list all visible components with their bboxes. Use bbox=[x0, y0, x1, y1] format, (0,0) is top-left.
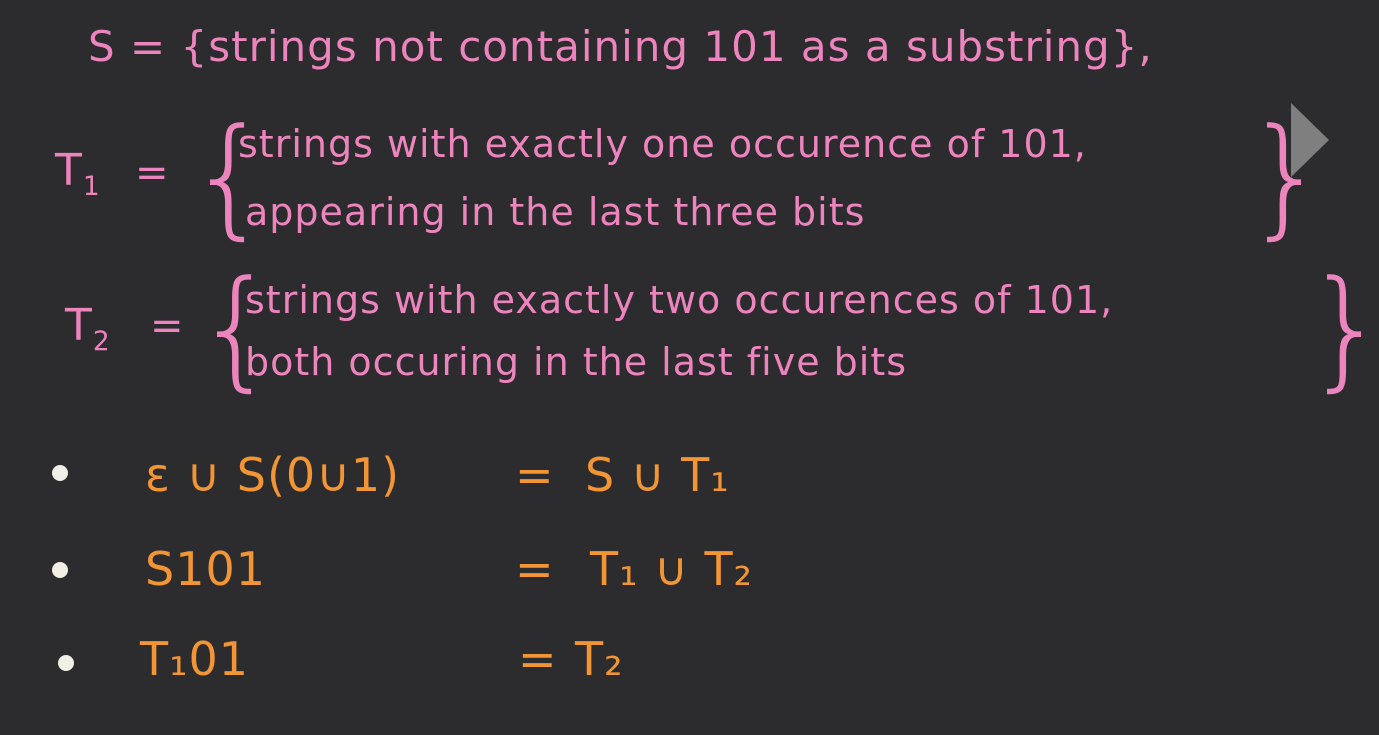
equation-3-lhs: T₁01 bbox=[140, 632, 250, 686]
bullet-icon bbox=[52, 562, 68, 578]
equation-2-eq: = bbox=[515, 542, 555, 596]
play-triangle-icon[interactable] bbox=[1291, 103, 1329, 177]
t2-equals: = bbox=[150, 303, 185, 349]
t2-label: T2 bbox=[65, 300, 111, 357]
t2-right-brace: } bbox=[1305, 252, 1379, 404]
set-s-definition: S = {strings not containing 101 as a sub… bbox=[88, 22, 1153, 71]
t1-equals: = bbox=[135, 150, 170, 196]
equation-3-rhs: T₂ bbox=[575, 632, 624, 686]
equation-1-eq: = bbox=[515, 448, 555, 502]
equation-1-rhs: S ∪ T₁ bbox=[585, 448, 730, 502]
bullet-icon bbox=[58, 655, 74, 671]
equation-1-lhs: ε ∪ S(0∪1) bbox=[145, 448, 401, 502]
equation-3-eq: = bbox=[518, 632, 558, 686]
t1-label: T1 bbox=[55, 145, 101, 202]
equation-2-rhs: T₁ ∪ T₂ bbox=[590, 542, 753, 596]
equation-2-lhs: S101 bbox=[145, 542, 266, 596]
t2-line-2: both occuring in the last five bits bbox=[245, 340, 908, 384]
t1-line-2: appearing in the last three bits bbox=[245, 190, 866, 234]
t2-line-1: strings with exactly two occurences of 1… bbox=[245, 278, 1114, 322]
bullet-icon bbox=[52, 465, 68, 481]
t1-line-1: strings with exactly one occurence of 10… bbox=[238, 122, 1087, 166]
